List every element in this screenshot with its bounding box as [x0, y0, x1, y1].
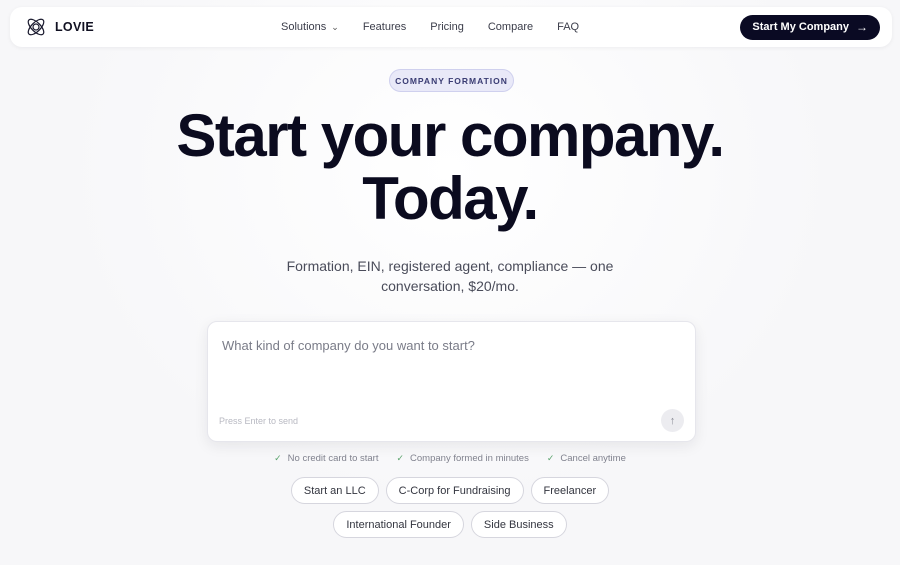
- cta-label: Start My Company: [752, 21, 849, 33]
- chip-international-founder[interactable]: International Founder: [333, 511, 464, 538]
- nav-link-features[interactable]: Features: [363, 21, 406, 33]
- hero-title-line1: Start your company.: [176, 102, 725, 169]
- arrow-right-icon: →: [856, 20, 868, 34]
- brand[interactable]: LOVIE: [24, 15, 94, 39]
- chip-freelancer[interactable]: Freelancer: [530, 477, 610, 504]
- nav-link-compare[interactable]: Compare: [488, 21, 533, 33]
- nav-link-faq[interactable]: FAQ: [557, 21, 579, 33]
- lovie-logo-icon: [27, 18, 45, 36]
- nav-link-label: Compare: [487, 21, 534, 33]
- perk-item: ✓ No credit card to start: [274, 453, 378, 464]
- check-icon: ✓: [274, 453, 282, 463]
- send-button[interactable]: ↑: [661, 409, 684, 432]
- chip-start-an-llc[interactable]: Start an LLC: [290, 477, 379, 504]
- arrow-up-icon: ↑: [669, 414, 676, 427]
- perk-item: ✓ Company formed in minutes: [396, 453, 528, 464]
- perk-label: Company formed in minutes: [410, 453, 529, 464]
- perk-label: No credit card to start: [287, 453, 379, 464]
- perks-list: ✓ No credit card to start ✓ Company form…: [0, 453, 900, 464]
- brand-name: LOVIE: [55, 20, 95, 34]
- nav-link-solutions[interactable]: Solutions ⌄: [281, 21, 339, 33]
- chip-c-corp-for-fundraising[interactable]: C-Corp for Fundraising: [385, 477, 524, 504]
- company-prompt-input[interactable]: What kind of company do you want to star…: [207, 321, 696, 442]
- chip-side-business[interactable]: Side Business: [470, 511, 567, 538]
- check-icon: ✓: [396, 453, 405, 463]
- hero-title-line2: Today.: [362, 165, 539, 232]
- nav-link-label: Features: [362, 21, 407, 33]
- nav-link-label: Solutions: [281, 21, 327, 33]
- top-navbar: LOVIE Solutions ⌄ Features Pricing Compa…: [10, 7, 892, 47]
- chevron-down-icon: ⌄: [331, 21, 339, 32]
- perk-label: Cancel anytime: [560, 453, 626, 464]
- prompt-hint: Press Enter to send: [219, 416, 299, 426]
- company-formation-badge: COMPANY FORMATION: [389, 69, 514, 92]
- prompt-placeholder: What kind of company do you want to star…: [222, 338, 475, 353]
- perk-item: ✓ Cancel anytime: [547, 453, 626, 464]
- check-icon: ✓: [546, 453, 555, 463]
- suggestion-chips: Start an LLC C-Corp for Fundraising Free…: [0, 477, 900, 538]
- nav-links: Solutions ⌄ Features Pricing Compare FAQ: [281, 7, 603, 47]
- hero-subtitle: Formation, EIN, registered agent, compli…: [286, 258, 614, 294]
- nav-link-pricing[interactable]: Pricing: [430, 21, 464, 33]
- start-my-company-button[interactable]: Start My Company →: [740, 14, 880, 40]
- nav-link-label: Pricing: [430, 21, 464, 33]
- nav-link-label: FAQ: [557, 21, 580, 33]
